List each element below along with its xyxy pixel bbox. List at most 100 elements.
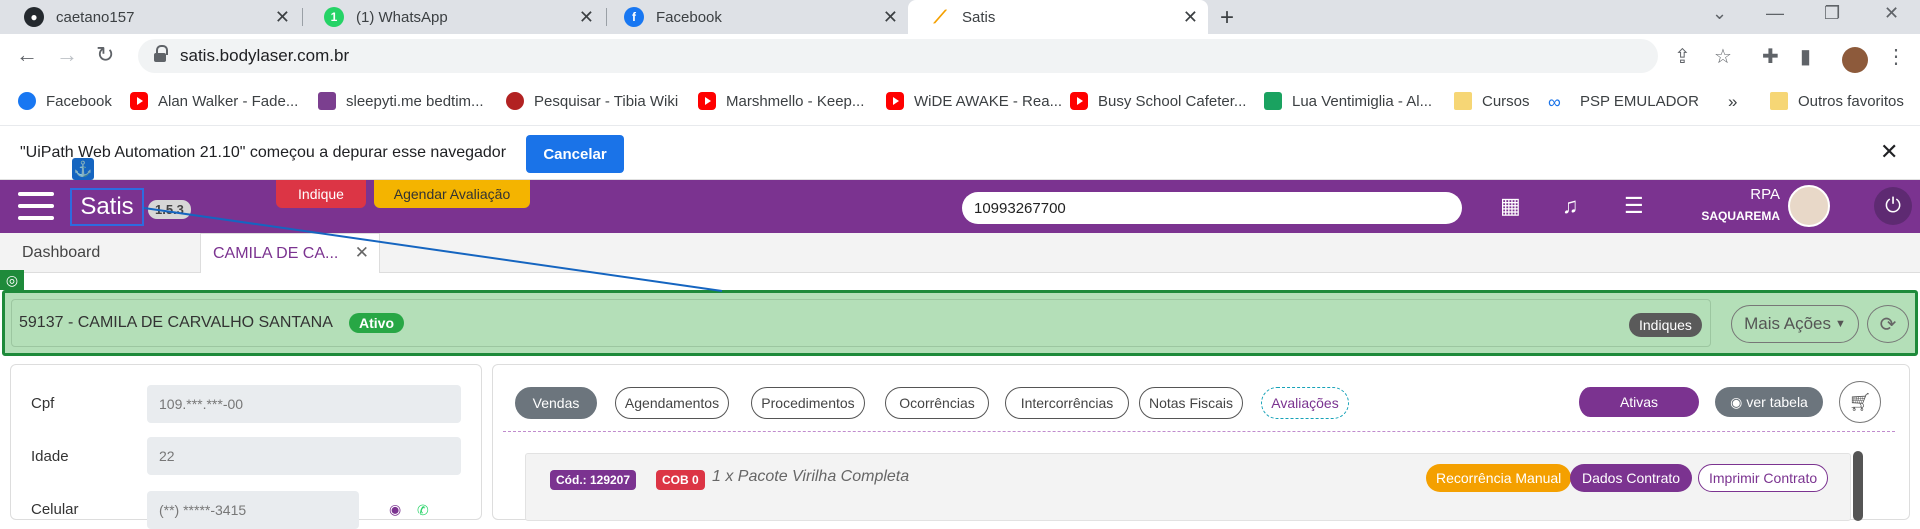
recorrencia-manual-button[interactable]: Recorrência Manual [1426,464,1572,492]
tab-notas-fiscais[interactable]: Notas Fiscais [1139,387,1243,419]
records-panel: Vendas Agendamentos Procedimentos Ocorrê… [492,364,1910,521]
avatar[interactable] [1788,185,1830,227]
bookmark-item[interactable]: ∞ PSP EMULADOR [1548,92,1699,112]
bookmark-label: PSP EMULADOR [1580,92,1699,110]
ver-tabela-button[interactable]: ◉ ver tabela [1715,387,1823,417]
target-icon: ◎ [0,270,24,290]
user-name: RPA [1750,186,1780,203]
indiques-button[interactable]: Indiques [1629,313,1702,337]
other-bookmarks[interactable]: Outros favoritos [1770,92,1904,110]
tab-agendamentos[interactable]: Agendamentos [615,387,729,419]
tab-separator [606,8,607,26]
bookmark-label: Facebook [46,92,112,110]
version-badge: 1.5.3 [148,200,191,219]
browser-tab-facebook[interactable]: f Facebook ✕ [608,0,908,34]
mais-acoes-dropdown[interactable]: Mais Ações ▼ [1731,305,1859,343]
close-icon[interactable]: ✕ [1183,7,1198,28]
bookmarks-overflow-button[interactable]: » [1728,92,1737,112]
status-badge: Ativo [349,313,404,333]
minimize-icon[interactable]: — [1766,3,1784,24]
bookmark-label: Busy School Cafeter... [1098,92,1247,110]
reload-icon[interactable]: ↻ [96,42,114,68]
bookmark-item[interactable]: Alan Walker - Fade... [130,92,298,110]
github-icon: ● [24,7,44,27]
tab-ocorrencias[interactable]: Ocorrências [885,387,989,419]
app-tabs: Dashboard CAMILA DE CA... ✕ [0,233,1920,273]
whatsapp-icon[interactable]: ✆ [417,502,429,519]
tab-patient[interactable]: CAMILA DE CA... ✕ [200,233,380,273]
bookmark-item[interactable]: Cursos [1454,92,1530,110]
folder-icon [1770,92,1788,110]
close-icon[interactable]: ✕ [355,243,369,263]
user-unit: SAQUAREMA [1701,209,1780,223]
extensions-icon[interactable]: ✚ [1762,44,1779,69]
tab-search-icon[interactable]: ⌄ [1712,3,1727,24]
refresh-icon[interactable]: ⟳ [1867,305,1909,343]
tab-procedimentos[interactable]: Procedimentos [751,387,865,419]
tab-dashboard[interactable]: Dashboard [22,233,100,273]
share-icon[interactable]: ⇪ [1674,44,1691,69]
address-bar[interactable]: satis.bodylaser.com.br [138,39,1658,73]
browser-tab-whatsapp[interactable]: 1 (1) WhatsApp ✕ [304,0,604,34]
dropdown-label: Mais Ações [1744,314,1832,333]
dados-contrato-button[interactable]: Dados Contrato [1570,464,1693,492]
bookmark-star-icon[interactable]: ☆ [1714,44,1732,69]
app-header: Satis 1.5.3 Indique Agendar Avaliação ▦ … [0,180,1920,233]
bookmark-label: Alan Walker - Fade... [158,92,299,110]
bookmark-item[interactable]: sleepyti.me bedtim... [318,92,484,110]
close-icon[interactable]: ✕ [883,7,898,28]
youtube-icon [886,92,904,110]
close-icon[interactable]: ✕ [579,7,594,28]
power-icon[interactable]: ⏻ [1874,187,1912,225]
browser-tab-github[interactable]: ● caetano157 ✕ [0,0,300,34]
ativas-toggle[interactable]: Ativas [1575,387,1699,417]
tibia-icon [506,92,524,110]
bell-icon[interactable]: ♫ [1562,193,1579,219]
bookmark-item[interactable]: Pesquisar - Tibia Wiki [506,92,678,110]
sale-card: Cód.: 129207 COB 0 1 x Pacote Virilha Co… [525,453,1851,521]
browser-tab-satis[interactable]: ⟋ Satis ✕ [908,0,1208,34]
cpf-field: 109.***.***-00 [147,385,461,423]
bookmark-item[interactable]: Facebook [18,92,112,110]
bookmark-item[interactable]: Lua Ventimiglia - Al... [1264,92,1432,110]
bookmark-label: Cursos [1482,92,1530,110]
maximize-icon[interactable]: ❐ [1824,3,1840,24]
side-panel-icon[interactable]: ▮ [1800,44,1811,69]
scrollbar[interactable] [1853,451,1863,521]
window-close-icon[interactable]: ✕ [1884,3,1899,24]
menu-icon[interactable]: ⋮ [1886,44,1906,69]
checklist-icon[interactable]: ☰ [1624,193,1644,219]
field-label: Cpf [31,395,55,412]
new-tab-button[interactable]: + [1220,4,1234,32]
imprimir-contrato-button[interactable]: Imprimir Contrato [1698,464,1829,492]
eye-icon[interactable]: ◉ [389,501,401,518]
agendar-avaliacao-button[interactable]: Agendar Avaliação [374,180,530,208]
calendar-icon[interactable]: ▦ [1500,193,1521,219]
sale-code-badge: Cód.: 129207 [550,470,637,490]
cob-badge: COB 0 [656,470,705,490]
bookmark-label: WiDE AWAKE - Rea... [914,92,1063,110]
cart-icon[interactable]: 🛒︎ [1839,381,1881,423]
close-icon[interactable]: ✕ [1880,139,1898,165]
sale-description: 1 x Pacote Virilha Completa [712,468,910,485]
bookmark-item[interactable]: Busy School Cafeter... [1070,92,1246,110]
lock-icon[interactable] [154,45,168,62]
back-icon[interactable]: ← [16,42,38,68]
bookmark-item[interactable]: Marshmello - Keep... [698,92,864,110]
cancel-debug-button[interactable]: Cancelar [526,135,624,173]
hamburger-menu-icon[interactable] [18,192,54,222]
tab-intercorrencias[interactable]: Intercorrências [1005,387,1129,419]
search-input[interactable] [962,192,1462,224]
whatsapp-icon: 1 [324,7,344,27]
bookmark-label: sleepyti.me bedtim... [346,92,484,110]
patient-header: 59137 - CAMILA DE CARVALHO SANTANA Ativo… [2,290,1918,356]
tab-avaliacoes[interactable]: Avaliações [1261,387,1349,419]
forward-icon[interactable]: → [56,42,78,68]
brand-logo[interactable]: Satis [70,188,144,226]
close-icon[interactable]: ✕ [275,7,290,28]
indique-button[interactable]: Indique [276,180,366,208]
profile-avatar[interactable] [1842,47,1868,73]
tab-vendas[interactable]: Vendas [515,387,597,419]
bookmark-item[interactable]: WiDE AWAKE - Rea... [886,92,1062,110]
tab-separator [302,8,303,26]
